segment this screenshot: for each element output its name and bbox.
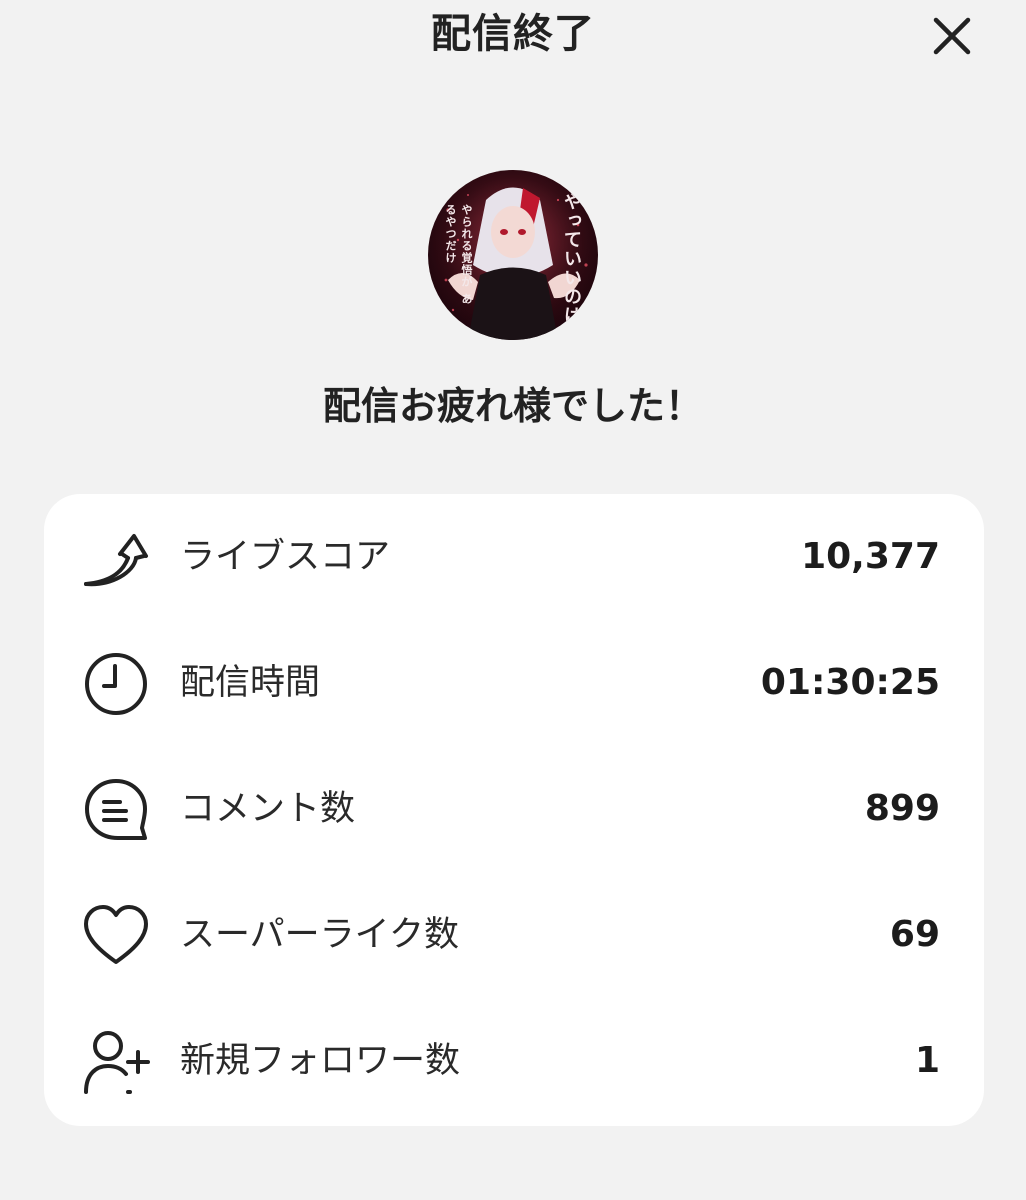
stat-label: コメント数 [180, 789, 356, 829]
close-button[interactable] [928, 12, 976, 60]
farewell-message: 配信お疲れ様でした！ [322, 384, 703, 428]
stat-row-comments: コメント数 899 [44, 746, 984, 872]
stat-value: 1 [914, 1040, 940, 1081]
stat-label: ライブスコア [180, 537, 391, 577]
page-title: 配信終了 [431, 11, 595, 57]
stats-card: ライブスコア 10,377 配信時間 01:30:25 コメント数 899 スー… [44, 494, 984, 1126]
avatar-caption-right: やっていいのは [561, 192, 582, 325]
add-user-icon [84, 1031, 150, 1094]
stat-row-live-score: ライブスコア 10,377 [44, 494, 984, 620]
stat-label: スーパーライク数 [180, 915, 459, 955]
heart-icon [84, 905, 148, 964]
trending-up-arrow-icon [84, 534, 148, 587]
clock-icon [85, 653, 147, 715]
close-icon [933, 17, 971, 55]
stat-row-stream-time: 配信時間 01:30:25 [44, 620, 984, 746]
stat-value: 69 [889, 914, 940, 955]
comment-bubble-icon [85, 779, 147, 840]
stat-row-new-followers: 新規フォロワー数 1 [44, 998, 984, 1124]
stat-value: 01:30:25 [760, 662, 940, 703]
avatar-caption-left: やられる覚悟が あるやつだけ [444, 204, 473, 305]
stat-label: 配信時間 [180, 663, 321, 703]
stat-value: 899 [864, 788, 940, 829]
stat-label: 新規フォロワー数 [180, 1041, 461, 1081]
stat-value: 10,377 [801, 536, 940, 577]
avatar: やっていいのは やられる覚悟が あるやつだけ [428, 170, 598, 340]
stat-row-super-likes: スーパーライク数 69 [44, 872, 984, 998]
